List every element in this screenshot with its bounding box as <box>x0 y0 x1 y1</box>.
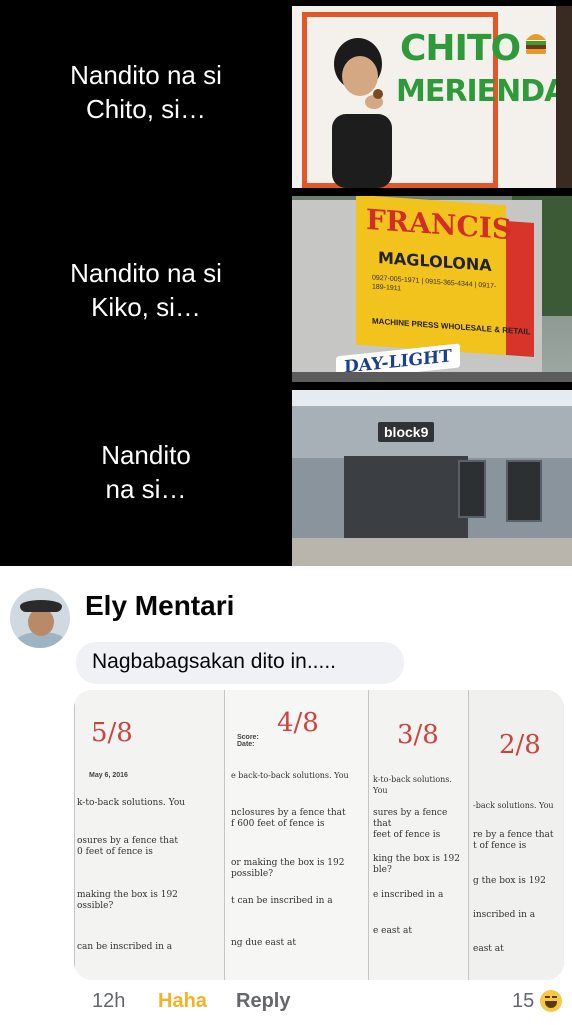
quiz-text: g the box is 192 <box>473 876 546 886</box>
reply-button[interactable]: Reply <box>236 990 290 1013</box>
quiz-text: e back-to-back solutions. You <box>231 771 349 780</box>
score-mark: 2/8 <box>499 730 541 760</box>
quiz-text: sures by a fence that feet of fence is <box>373 808 448 840</box>
quiz-text: -back solutions. You <box>473 801 554 810</box>
avatar-face <box>28 608 54 636</box>
comment-photo[interactable]: 5/8 May 6, 2016 k-to-back solutions. You… <box>74 690 564 980</box>
chito-merienda-panel: CHITO MERIENDA <box>292 6 572 188</box>
date-mark: May 6, 2016 <box>89 772 128 779</box>
haha-emoji-icon[interactable] <box>540 990 562 1012</box>
merienda-brand-text: MERIENDA <box>396 74 567 109</box>
emoji-eye <box>545 996 550 998</box>
comment-actions: 12h Haha Reply 15 <box>0 986 572 1016</box>
quiz-text: osures by a fence that 0 feet of fence i… <box>77 836 178 857</box>
quiz-text: inscribed in a <box>473 910 536 920</box>
score-mark: 3/8 <box>397 720 439 750</box>
comment-bubble: Nagbabagsakan dito in..... <box>76 642 404 684</box>
panel-edge <box>556 6 572 188</box>
quiz-text: t can be inscribed in a <box>231 896 333 906</box>
meme-caption-3: Nandito na si… <box>101 440 191 504</box>
score-mark: 4/8 <box>277 708 319 738</box>
truck-bumper <box>292 372 572 382</box>
reaction-count[interactable]: 15 <box>512 990 534 1013</box>
block9-building-panel: block9 <box>292 390 572 566</box>
person-eating-illustration <box>332 38 392 188</box>
quiz-text: re by a fence that t of fence is <box>473 830 554 851</box>
quiz-text: king the box is 192 ble? <box>373 854 461 875</box>
avatar-hat <box>20 600 62 612</box>
meme-image: Nandito na si Chito, si… Nandito na si K… <box>0 0 572 566</box>
burger-icon <box>526 34 546 54</box>
quiz-sheet-3: 3/8 k-to-back solutions. You sures by a … <box>368 690 468 980</box>
meme-caption-2: Nandito na si Kiko, si… <box>70 258 222 322</box>
quiz-sheet-1: 5/8 May 6, 2016 k-to-back solutions. You… <box>74 690 224 980</box>
comment-author[interactable]: Ely Mentari <box>85 590 234 622</box>
comment-text: Nagbabagsakan dito in..... <box>92 650 337 673</box>
francis-truck-panel: FRANCIS MAGLOLONA 0927-005-1971 | 0915-3… <box>292 196 572 382</box>
quiz-text: or making the box is 192 possible? <box>231 858 345 879</box>
quiz-text: k-to-back solutions. You <box>77 798 186 808</box>
score-mark: 5/8 <box>91 718 133 748</box>
emoji-eye <box>552 996 557 998</box>
quiz-text: ng due east at <box>231 938 296 948</box>
comment-timestamp[interactable]: 12h <box>92 990 125 1013</box>
chito-brand-text: CHITO <box>400 28 521 69</box>
block9-logo: block9 <box>378 422 435 442</box>
quiz-sheet-2: 4/8 Score: Date: e back-to-back solution… <box>224 690 368 980</box>
comment: Ely Mentari Nagbabagsakan dito in..... 5… <box>0 566 572 1025</box>
building-window <box>458 460 486 518</box>
parking-lot <box>292 538 572 566</box>
building-window <box>506 460 542 522</box>
date-mark: Score: Date: <box>237 734 259 748</box>
building-entrance <box>344 456 468 538</box>
quiz-text: east at <box>473 944 504 954</box>
quiz-text: e east at <box>373 926 412 936</box>
quiz-text: k-to-back solutions. You <box>373 775 452 795</box>
quiz-text: making the box is 192 ossible? <box>77 890 178 911</box>
quiz-text: nclosures by a fence that f 600 feet of … <box>231 808 346 829</box>
avatar[interactable] <box>10 588 70 648</box>
meme-caption-1: Nandito na si Chito, si… <box>70 60 222 124</box>
quiz-sheet-4: 2/8 -back solutions. You re by a fence t… <box>468 690 564 980</box>
quiz-text: e inscribed in a <box>373 890 444 900</box>
emoji-mouth <box>545 1001 557 1008</box>
haha-reaction-button[interactable]: Haha <box>158 990 207 1013</box>
quiz-text: can be inscribed in a <box>77 942 173 952</box>
